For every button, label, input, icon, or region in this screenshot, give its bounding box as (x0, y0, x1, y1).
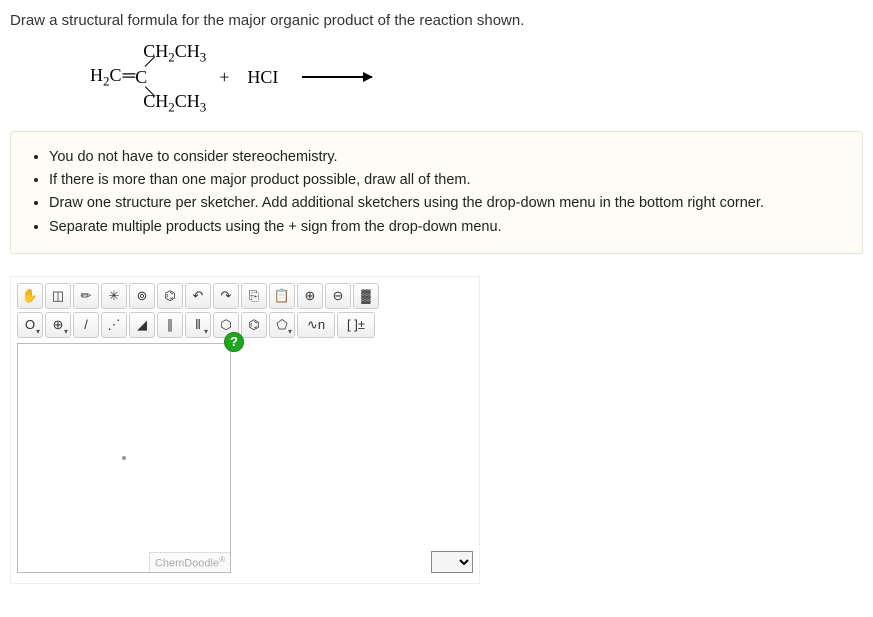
help-icon[interactable]: ? (224, 332, 244, 352)
clean-icon[interactable]: ⌬ (157, 283, 183, 309)
hint-item: If there is more than one major product … (49, 169, 846, 192)
toolbar-row-1: ✋◫✏✳⊚⌬↶↷⎘📋⊕⊖▓ (17, 283, 473, 309)
reactant-h2c: H2C (90, 65, 122, 90)
wedge-bond[interactable]: ◢ (129, 312, 155, 338)
hint-item: Separate multiple products using the + s… (49, 216, 846, 239)
element-o[interactable]: O (17, 312, 43, 338)
reactant-center-carbon: C CH2CH3 CH2CH3 (135, 67, 151, 87)
hint-item: Draw one structure per sketcher. Add add… (49, 192, 846, 215)
question-prompt: Draw a structural formula for the major … (10, 8, 863, 29)
add-sketcher-select[interactable] (431, 551, 473, 573)
recessed-bond[interactable]: ⋰ (101, 312, 127, 338)
reactant-bot-group: CH2CH3 (143, 91, 206, 116)
color-icon[interactable]: ▓ (353, 283, 379, 309)
paste-icon[interactable]: 📋 (269, 283, 295, 309)
chemdoodle-brand: ChemDoodle® (149, 552, 230, 572)
hints-panel: You do not have to consider stereochemis… (10, 131, 863, 254)
sketcher-panel: ✋◫✏✳⊚⌬↶↷⎘📋⊕⊖▓ O⊕/⋰◢∥⦀⬡⌬⬠∿n[ ]± ? ChemDoo… (10, 276, 480, 584)
clear-icon[interactable]: ✳ (101, 283, 127, 309)
chain-tool[interactable]: ∿n (297, 312, 335, 338)
reactant-top-group: CH2CH3 (143, 41, 206, 66)
lasso-icon[interactable]: ◫ (45, 283, 71, 309)
benzene-tool[interactable]: ⌬ (241, 312, 267, 338)
copy-icon[interactable]: ⎘ (241, 283, 267, 309)
hand-icon[interactable]: ✋ (17, 283, 43, 309)
undo-icon[interactable]: ↶ (185, 283, 211, 309)
zoom-in-icon[interactable]: ⊕ (297, 283, 323, 309)
sketcher-canvas[interactable]: ? ChemDoodle® (17, 343, 231, 573)
cyclopentane-tool[interactable]: ⬠ (269, 312, 295, 338)
eraser-icon[interactable]: ✏ (73, 283, 99, 309)
bracket-tool[interactable]: [ ]± (337, 312, 375, 338)
reaction-plus: + (151, 67, 247, 88)
reaction-equation: H2C ═ C CH2CH3 CH2CH3 + HCI (10, 41, 863, 125)
charge-tool[interactable]: ⊕ (45, 312, 71, 338)
zoom-out-icon[interactable]: ⊖ (325, 283, 351, 309)
single-bond[interactable]: / (73, 312, 99, 338)
double-bond-symbol: ═ (122, 65, 136, 86)
canvas-start-atom[interactable] (122, 456, 126, 460)
reagent-hcl: HCI (247, 67, 278, 88)
hint-item: You do not have to consider stereochemis… (49, 146, 846, 169)
toolbar-row-2: O⊕/⋰◢∥⦀⬡⌬⬠∿n[ ]± (17, 312, 473, 338)
center-icon[interactable]: ⊚ (129, 283, 155, 309)
triple-bond[interactable]: ⦀ (185, 312, 211, 338)
reaction-arrow-icon (302, 76, 372, 78)
double-bond[interactable]: ∥ (157, 312, 183, 338)
add-sketcher-dropdown[interactable] (431, 551, 473, 573)
redo-icon[interactable]: ↷ (213, 283, 239, 309)
